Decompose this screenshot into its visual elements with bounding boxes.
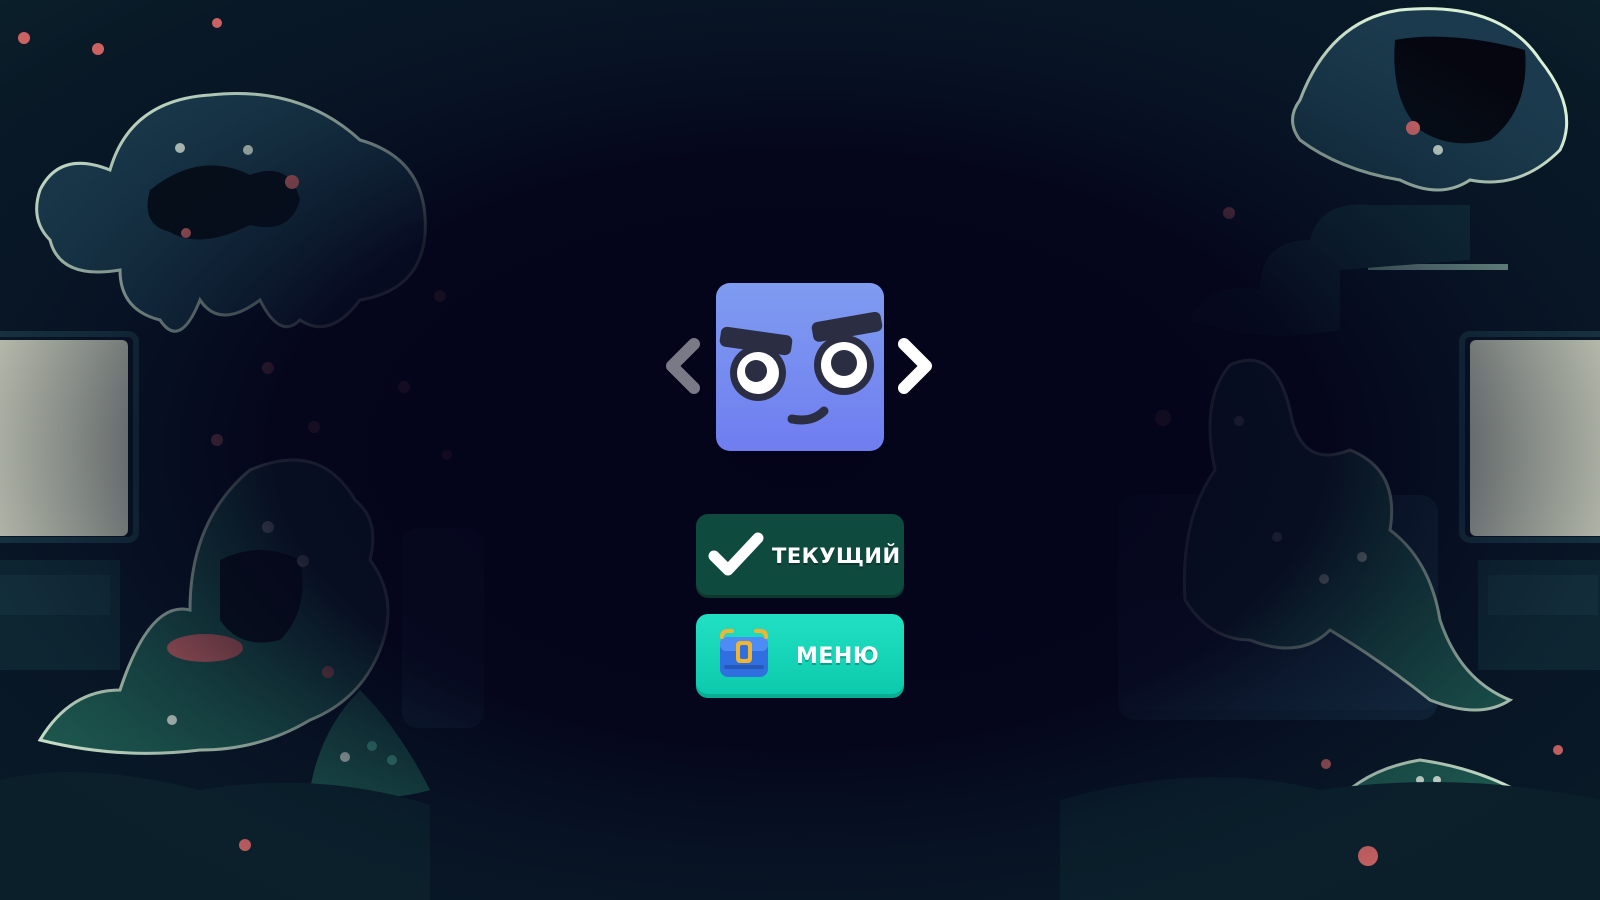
game-screen: ТЕКУЩИЙ МЕНЮ xyxy=(0,0,1600,900)
checkmark-icon xyxy=(708,530,764,582)
next-character-button[interactable] xyxy=(894,336,938,396)
previous-character-button[interactable] xyxy=(660,336,704,396)
current-character-button[interactable]: ТЕКУЩИЙ xyxy=(696,514,904,598)
menu-button-label: МЕНЮ xyxy=(796,643,880,669)
character-preview xyxy=(716,283,884,451)
chevron-right-icon xyxy=(898,338,932,394)
current-button-label: ТЕКУЩИЙ xyxy=(772,544,901,568)
blue-cube-face-icon xyxy=(719,311,883,425)
backpack-icon xyxy=(716,629,772,683)
chevron-left-icon xyxy=(666,338,700,394)
menu-button[interactable]: МЕНЮ xyxy=(696,614,904,698)
